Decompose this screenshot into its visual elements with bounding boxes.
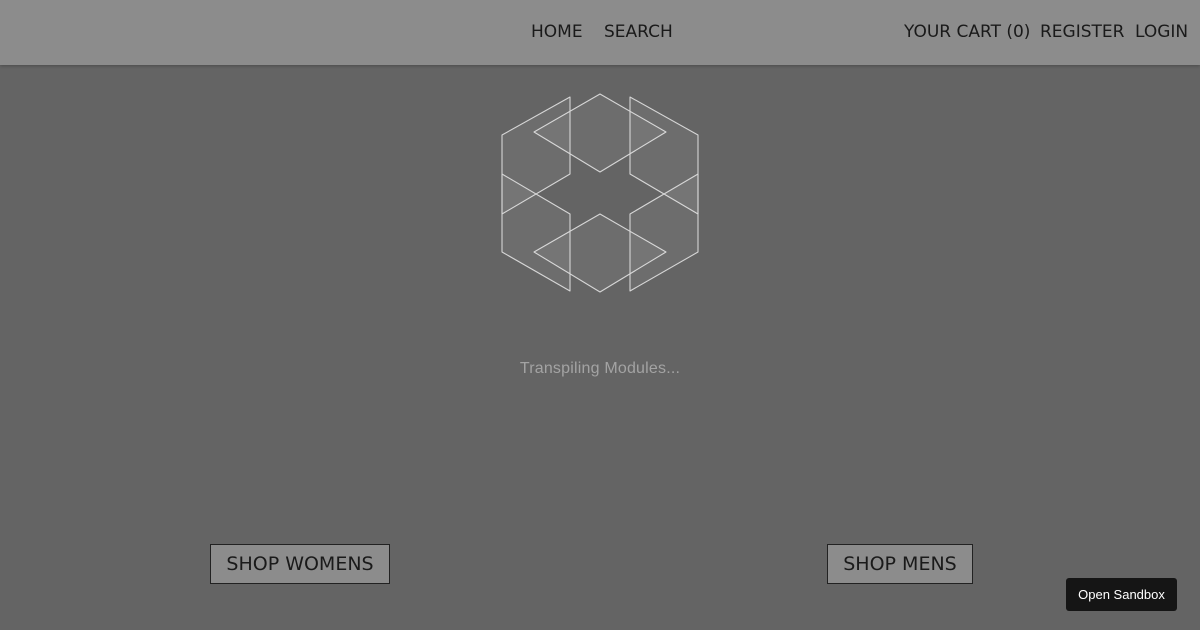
loading-status-text: Transpiling Modules... bbox=[519, 360, 681, 377]
nav-login-link[interactable]: LOGIN bbox=[1135, 0, 1188, 65]
shop-mens-button[interactable]: SHOP MENS bbox=[827, 544, 973, 584]
page: HOME SEARCH YOUR CART (0) REGISTER LOGIN… bbox=[0, 0, 1200, 630]
sandbox-cube-logo-icon bbox=[501, 93, 699, 293]
nav-search-link[interactable]: SEARCH bbox=[604, 0, 673, 65]
nav-register-link[interactable]: REGISTER bbox=[1040, 0, 1124, 65]
open-sandbox-button[interactable]: Open Sandbox bbox=[1066, 578, 1177, 611]
shop-womens-button[interactable]: SHOP WOMENS bbox=[210, 544, 390, 584]
top-navbar: HOME SEARCH YOUR CART (0) REGISTER LOGIN bbox=[0, 0, 1200, 65]
nav-cart-link[interactable]: YOUR CART (0) bbox=[904, 0, 1030, 65]
nav-home-link[interactable]: HOME bbox=[531, 0, 583, 65]
